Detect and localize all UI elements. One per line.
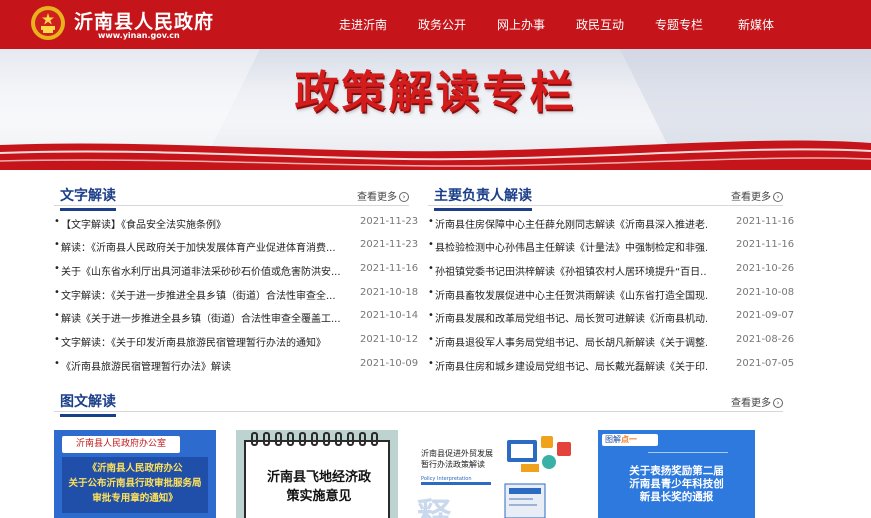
graphic-card[interactable]: 沂南县促进外贸发展 暂行办法政策解读 Policy Interpretation… <box>417 430 579 518</box>
bullet-icon: • <box>54 334 60 345</box>
nav-item-online-service[interactable]: 网上办事 <box>497 16 545 33</box>
trade-illustration-icon <box>507 436 571 472</box>
text-interpretation-list: • 【文字解读】《食品安全法实施条例》 2021-11-23 • 解读：《沂南县… <box>54 216 418 376</box>
list-item[interactable]: • 县检验检测中心孙伟昌主任解读《计量法》中强制检定和非强... 2021-11… <box>428 239 794 255</box>
list-item[interactable]: • 沂南县住房保障中心主任薛允刚同志解读《沂南县深入推进老... 2021-11… <box>428 216 794 232</box>
nav-item-zoujin[interactable]: 走进沂南 <box>339 16 387 33</box>
list-item[interactable]: • 孙祖镇党委书记田洪梓解读《孙祖镇农村人居环境提升“百日... 2021-10… <box>428 263 794 279</box>
bullet-icon: • <box>54 263 60 274</box>
section-header-text: 文字解读 查看更多 › <box>54 184 409 211</box>
leader-interpretation-list: • 沂南县住房保障中心主任薛允刚同志解读《沂南县深入推进老... 2021-11… <box>428 216 794 376</box>
nav-item-new-media[interactable]: 新媒体 <box>738 16 774 33</box>
more-link-text[interactable]: 查看更多 › <box>357 188 409 203</box>
card-divider <box>421 482 491 485</box>
card-decor-character: 释 <box>417 496 451 518</box>
list-item[interactable]: • 沂南县住房和城乡建设局党组书记、局长戴光磊解读《关于印... 2021-07… <box>428 358 794 374</box>
graphic-card[interactable]: 沂南县人民政府办公室 《沂南县人民政府办公 关于公布沂南县行政审批服务局 审批专… <box>54 430 216 518</box>
bullet-icon: • <box>54 358 60 369</box>
list-item[interactable]: • 《沂南县旅游民宿管理暂行办法》解读 2021-10-09 <box>54 358 418 374</box>
nav-item-zhengwu[interactable]: 政务公开 <box>418 16 466 33</box>
binder-rings-icon <box>251 432 378 446</box>
list-item[interactable]: • 关于《山东省水利厅出具河道非法采砂砂石价值或危害防洪安... 2021-11… <box>54 263 418 279</box>
bullet-icon: • <box>428 310 434 321</box>
section-title-graphic[interactable]: 图文解读 <box>60 391 116 417</box>
more-link-graphic[interactable]: 查看更多 › <box>731 394 783 409</box>
card-divider <box>648 452 728 453</box>
bullet-icon: • <box>428 334 434 345</box>
list-item[interactable]: • 解读：《沂南县人民政府关于加快发展体育产业促进体育消费... 2021-11… <box>54 239 418 255</box>
bullet-icon: • <box>428 263 434 274</box>
list-item[interactable]: • 【文字解读】《食品安全法实施条例》 2021-11-23 <box>54 216 418 232</box>
site-header: 沂南县人民政府 www.yinan.gov.cn 走进沂南 政务公开 网上办事 … <box>0 0 871 49</box>
section-header-leader: 主要负责人解读 查看更多 › <box>428 184 783 211</box>
chevron-right-icon: › <box>399 192 409 202</box>
document-illustration-icon <box>504 483 546 518</box>
list-item[interactable]: • 文字解读：《关于印发沂南县旅游民宿管理暂行办法的通知》 2021-10-12 <box>54 334 418 350</box>
banner: 政策解读专栏 <box>0 49 871 170</box>
list-item[interactable]: • 文字解读：《关于进一步推进全县乡镇（街道）合法性审查全... 2021-10… <box>54 287 418 303</box>
bullet-icon: • <box>54 310 60 321</box>
list-item[interactable]: • 沂南县畜牧发展促进中心主任贺洪雨解读《山东省打造全国现... 2021-10… <box>428 287 794 303</box>
card-title: 《沂南县人民政府办公 关于公布沂南县行政审批服务局 审批专用章的通知》 <box>68 463 202 504</box>
banner-title: 政策解读专栏 <box>294 67 577 118</box>
section-title-text[interactable]: 文字解读 <box>60 185 116 211</box>
graphic-card[interactable]: 图解点一 关于表扬奖励第二届 沂南县青少年科技创 新县长奖的通报 <box>598 430 755 518</box>
bullet-icon: • <box>428 239 434 250</box>
bullet-icon: • <box>428 287 434 298</box>
card-title: 沂南县促进外贸发展 暂行办法政策解读 <box>421 449 493 469</box>
chevron-right-icon: › <box>773 398 783 408</box>
bullet-icon: • <box>54 239 60 250</box>
card-top-label: 沂南县人民政府办公室 <box>62 436 180 453</box>
bullet-icon: • <box>54 216 60 227</box>
bullet-icon: • <box>428 216 434 227</box>
section-title-leader[interactable]: 主要负责人解读 <box>434 185 532 211</box>
bullet-icon: • <box>428 358 434 369</box>
main-nav: 走进沂南 政务公开 网上办事 政民互动 专题专栏 新媒体 <box>0 16 871 34</box>
card-body: 《沂南县人民政府办公 关于公布沂南县行政审批服务局 审批专用章的通知》 <box>62 457 208 513</box>
more-link-leader[interactable]: 查看更多 › <box>731 188 783 203</box>
chevron-right-icon: › <box>773 192 783 202</box>
card-tag: 图解点一 <box>602 434 658 446</box>
section-header-graphic: 图文解读 查看更多 › <box>54 390 783 417</box>
card-title: 关于表扬奖励第二届 沂南县青少年科技创 新县长奖的通报 <box>629 465 724 503</box>
bullet-icon: • <box>54 287 60 298</box>
list-item[interactable]: • 解读《关于进一步推进全县乡镇（街道）合法性审查全覆盖工... 2021-10… <box>54 310 418 326</box>
card-title: 沂南县飞地经济政 策实施意见 <box>266 470 371 504</box>
graphic-card[interactable]: 沂南县飞地经济政 策实施意见 <box>236 430 398 518</box>
notepad-illustration: 沂南县飞地经济政 策实施意见 <box>244 440 390 518</box>
list-item[interactable]: • 沂南县发展和改革局党组书记、局长贺可进解读《沂南县机动... 2021-09… <box>428 310 794 326</box>
nav-item-interaction[interactable]: 政民互动 <box>576 16 624 33</box>
list-item[interactable]: • 沂南县退役军人事务局党组书记、局长胡凡新解读《关于调整... 2021-08… <box>428 334 794 350</box>
nav-item-topics[interactable]: 专题专栏 <box>655 16 703 33</box>
